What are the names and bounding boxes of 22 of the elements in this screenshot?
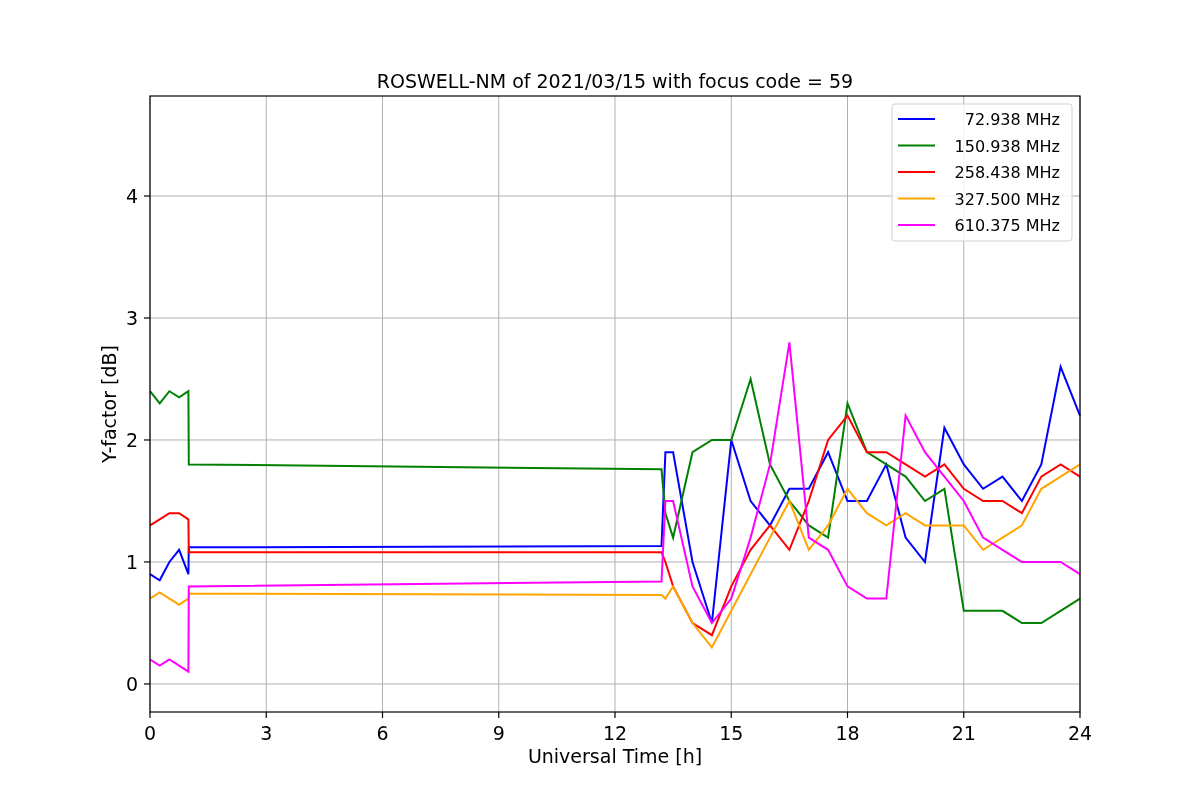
- x-tick-label: 3: [260, 722, 273, 744]
- x-tick-label: 15: [719, 722, 744, 744]
- x-tick-label: 21: [951, 722, 976, 744]
- y-axis-label: Y-factor [dB]: [98, 345, 120, 463]
- legend-label: 72.938 MHz: [964, 110, 1060, 129]
- y-tick-label: 2: [125, 429, 138, 451]
- y-tick-label: 1: [125, 550, 138, 573]
- y-tick-label: 0: [125, 672, 138, 695]
- chart-title: ROSWELL-NM of 2021/03/15 with focus code = 59: [376, 70, 854, 92]
- x-tick-label: 12: [602, 722, 628, 744]
- legend-label: 258.438 MHz: [954, 163, 1060, 182]
- y-tick-label: 4: [125, 185, 138, 207]
- x-tick-label: 6: [376, 722, 389, 744]
- x-tick-label: 24: [1067, 722, 1093, 744]
- legend-label: 150.938 MHz: [954, 136, 1060, 156]
- legend-label: 327.500 MHz: [954, 189, 1060, 209]
- x-tick-label: 0: [143, 722, 157, 744]
- x-tick-label: 18: [835, 722, 860, 744]
- x-axis-label: Universal Time [h]: [527, 745, 703, 767]
- x-tick-label: 9: [492, 722, 505, 744]
- y-tick-label: 3: [125, 307, 138, 329]
- legend-label: 610.375 MHz: [954, 216, 1060, 235]
